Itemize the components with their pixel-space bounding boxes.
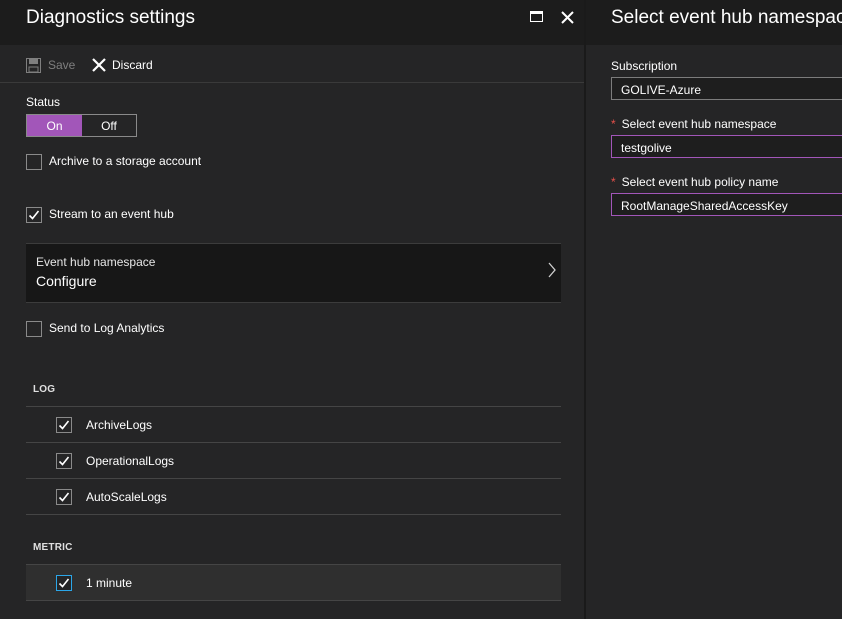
log-analytics-checkbox[interactable]	[26, 321, 42, 337]
status-label: Status	[26, 95, 61, 109]
event-hub-namespace-value: Configure	[36, 273, 97, 289]
log-row-autoscalelogs: AutoScaleLogs	[26, 478, 561, 514]
checkmark-icon	[28, 210, 40, 220]
log-row-archivelogs: ArchiveLogs	[26, 406, 561, 442]
checkmark-icon	[58, 456, 70, 466]
save-button[interactable]: Save	[26, 56, 75, 74]
metric-section-title: METRIC	[33, 542, 73, 553]
autoscalelogs-label: AutoScaleLogs	[86, 490, 167, 504]
status-on-option[interactable]: On	[27, 115, 82, 136]
checkmark-icon	[58, 492, 70, 502]
namespace-label-row: * Select event hub namespace	[611, 117, 776, 131]
page-title: Diagnostics settings	[26, 7, 195, 28]
status-toggle: On Off	[26, 114, 137, 137]
discard-label: Discard	[112, 58, 153, 72]
operationallogs-label: OperationalLogs	[86, 454, 175, 468]
save-label: Save	[48, 58, 76, 72]
log-analytics-label: Send to Log Analytics	[49, 321, 165, 335]
divider	[26, 600, 561, 601]
status-off-option[interactable]: Off	[82, 115, 136, 136]
namespace-label: Select event hub namespace	[621, 117, 777, 131]
operationallogs-checkbox[interactable]	[56, 453, 72, 469]
required-mark: *	[611, 117, 616, 131]
chevron-right-icon	[548, 262, 556, 278]
close-icon[interactable]	[558, 6, 578, 28]
log-section-title: LOG	[33, 384, 56, 395]
event-hub-namespace-row[interactable]: Event hub namespace Configure	[26, 243, 561, 303]
diagnostics-settings-blade	[0, 0, 584, 619]
policy-label: Select event hub policy name	[621, 175, 779, 189]
1-minute-label: 1 minute	[86, 576, 133, 590]
save-icon	[26, 57, 41, 73]
log-row-operationallogs: OperationalLogs	[26, 442, 561, 478]
discard-button[interactable]: Discard	[92, 56, 153, 74]
subscription-field[interactable]: GOLIVE-Azure	[611, 77, 842, 100]
archive-checkbox[interactable]	[26, 154, 42, 170]
event-hub-policy-select[interactable]: RootManageSharedAccessKey	[611, 193, 842, 216]
discard-icon	[92, 58, 106, 72]
checkmark-icon	[58, 420, 70, 430]
archivelogs-label: ArchiveLogs	[86, 418, 153, 432]
page-title: Select event hub namespace	[611, 7, 842, 28]
stream-checkbox[interactable]	[26, 207, 42, 223]
autoscalelogs-checkbox[interactable]	[56, 489, 72, 505]
checkmark-icon	[58, 578, 70, 588]
stream-label: Stream to an event hub	[49, 207, 174, 221]
policy-label-row: * Select event hub policy name	[611, 175, 778, 189]
subscription-label: Subscription	[611, 59, 678, 73]
event-hub-namespace-label: Event hub namespace	[36, 255, 156, 269]
required-mark: *	[611, 175, 616, 189]
metric-row-1-minute: 1 minute	[26, 564, 561, 600]
archive-label: Archive to a storage account	[49, 154, 202, 168]
command-bar: Save Discard	[0, 46, 584, 83]
maximize-icon[interactable]	[530, 11, 543, 22]
archivelogs-checkbox[interactable]	[56, 417, 72, 433]
1-minute-checkbox[interactable]	[56, 575, 72, 591]
divider	[26, 514, 561, 515]
event-hub-namespace-select[interactable]: testgolive	[611, 135, 842, 158]
